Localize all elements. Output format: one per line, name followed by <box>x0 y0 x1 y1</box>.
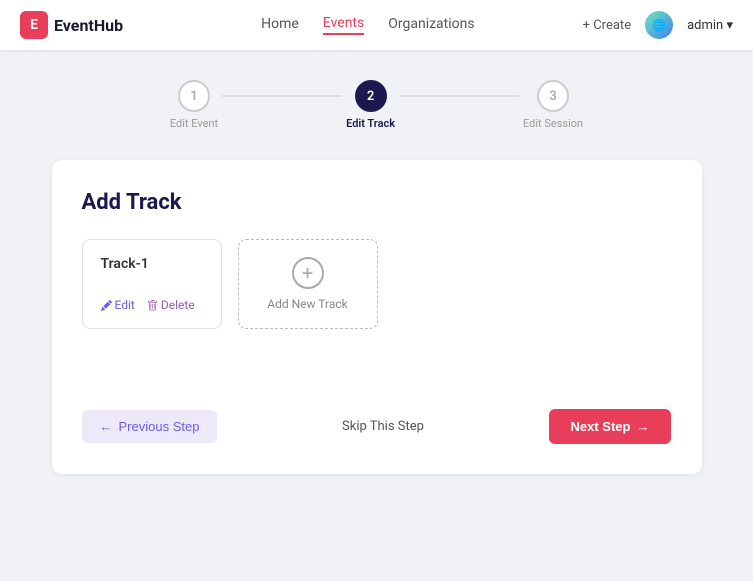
step-1-label: Edit Event <box>170 117 218 130</box>
track-actions: Edit Delete <box>101 298 203 312</box>
nav-links: Home Events Organizations <box>153 15 583 35</box>
stepper: 1 Edit Event 2 Edit Track 3 Edit Session <box>20 80 733 130</box>
nav-events[interactable]: Events <box>323 15 364 35</box>
step-1-circle: 1 <box>178 80 210 112</box>
step-3-label: Edit Session <box>523 117 583 130</box>
create-button[interactable]: + Create <box>583 18 631 33</box>
track-name: Track-1 <box>101 256 203 272</box>
next-step-button[interactable]: Next Step → <box>549 409 672 444</box>
nav-right: + Create 🌐 admin ▾ <box>583 11 733 39</box>
logo-text: EventHub <box>54 16 123 35</box>
track-delete-button[interactable]: Delete <box>147 298 195 312</box>
edit-icon <box>101 300 112 311</box>
step-3-circle: 3 <box>537 80 569 112</box>
nav-logo[interactable]: E EventHub <box>20 11 123 39</box>
avatar: 🌐 <box>645 11 673 39</box>
step-line-2 <box>399 95 519 97</box>
nav-organizations[interactable]: Organizations <box>388 16 474 34</box>
track-edit-button[interactable]: Edit <box>101 298 135 312</box>
step-2: 2 Edit Track <box>346 80 395 130</box>
add-track-card: Add Track Track-1 Edit Delete <box>52 160 702 474</box>
skip-step-link[interactable]: Skip This Step <box>342 419 424 434</box>
step-line-1 <box>222 95 342 97</box>
step-2-circle: 2 <box>355 80 387 112</box>
previous-step-button[interactable]: ← Previous Step <box>82 410 218 443</box>
step-1: 1 Edit Event <box>170 80 218 130</box>
add-track-plus-icon: + <box>292 257 324 289</box>
admin-menu[interactable]: admin ▾ <box>687 18 733 33</box>
navbar: E EventHub Home Events Organizations + C… <box>0 0 753 50</box>
logo-icon: E <box>20 11 48 39</box>
step-3: 3 Edit Session <box>523 80 583 130</box>
main-content: 1 Edit Event 2 Edit Track 3 Edit Session… <box>0 50 753 504</box>
add-track-label: Add New Track <box>267 297 347 311</box>
add-new-track-button[interactable]: + Add New Track <box>238 239 378 329</box>
nav-home[interactable]: Home <box>261 16 299 34</box>
track-item: Track-1 Edit Delete <box>82 239 222 329</box>
delete-icon <box>147 300 158 311</box>
card-footer: ← Previous Step Skip This Step Next Step… <box>82 409 672 444</box>
arrow-right-icon: → <box>636 419 649 434</box>
step-2-label: Edit Track <box>346 117 395 130</box>
tracks-container: Track-1 Edit Delete + Add New Track <box>82 239 672 329</box>
card-title: Add Track <box>82 190 672 215</box>
arrow-left-icon: ← <box>100 419 113 434</box>
